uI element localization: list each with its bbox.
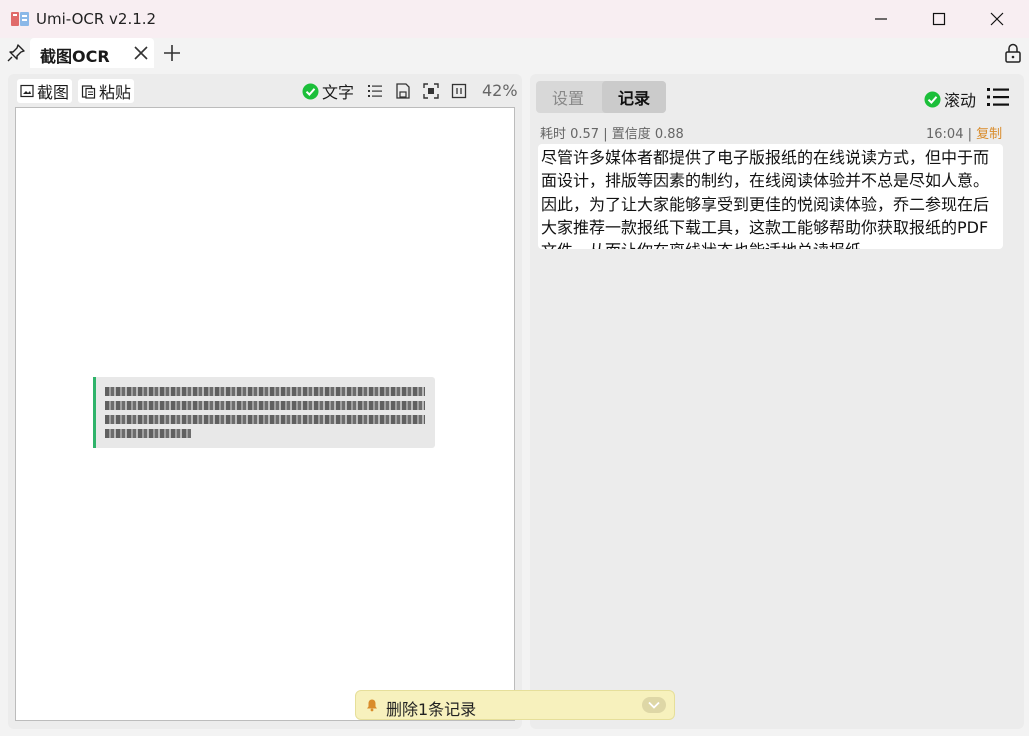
pin-icon[interactable]	[6, 43, 26, 63]
close-tab-icon[interactable]	[132, 44, 150, 62]
panel-tab-switch: 设置 记录	[536, 81, 666, 113]
paste-label: 粘贴	[99, 83, 132, 102]
notification-toast: 删除1条记录	[355, 690, 675, 720]
ocr-text-line	[105, 387, 425, 396]
maximize-icon	[932, 12, 946, 26]
lock-icon[interactable]	[1003, 42, 1023, 64]
ocr-text-line	[105, 415, 425, 424]
auto-scroll-toggle[interactable]: 滚动	[924, 87, 976, 111]
screenshot-label: 截图	[37, 83, 70, 102]
tab-bar: 截图OCR	[0, 38, 1029, 68]
ocr-text-line	[105, 401, 425, 410]
ocr-result-text[interactable]: 尽管许多媒体者都提供了电子版报纸的在线说读方式，但中于而面设计，排版等因素的制约…	[538, 144, 1003, 249]
tab-screenshot-ocr[interactable]: 截图OCR	[30, 38, 154, 68]
record-meta: 耗时 0.57 | 置信度 0.88	[540, 127, 684, 142]
paste-button[interactable]: 粘贴	[78, 79, 135, 103]
bell-icon	[367, 699, 377, 712]
tab-label: 截图OCR	[40, 47, 110, 66]
text-toggle-label: 文字	[322, 83, 355, 102]
list-icon[interactable]	[366, 82, 384, 100]
save-icon[interactable]	[394, 82, 412, 100]
record-time-row: 16:04 | 复制	[926, 123, 1002, 142]
app-logo-icon	[11, 12, 29, 26]
add-tab-icon[interactable]	[161, 42, 183, 64]
separator: |	[967, 127, 972, 142]
screenshot-button[interactable]: 截图	[17, 79, 73, 103]
image-panel: 截图 粘贴 文字 42%	[8, 74, 522, 729]
zoom-level: 42%	[482, 81, 518, 100]
actual-size-icon[interactable]	[450, 82, 468, 100]
menu-list-icon[interactable]	[986, 86, 1010, 108]
ocr-text-block[interactable]	[93, 377, 435, 448]
record-time: 16:04	[926, 127, 964, 142]
toast-message: 删除1条记录	[386, 700, 477, 719]
close-window-button[interactable]	[968, 0, 1026, 38]
image-icon	[20, 84, 34, 98]
image-preview[interactable]	[15, 107, 515, 721]
text-overlay-toggle[interactable]: 文字	[299, 79, 357, 103]
paste-icon	[81, 84, 96, 99]
chevron-down-icon	[648, 701, 660, 709]
copy-link[interactable]: 复制	[976, 127, 1002, 142]
check-circle-icon	[302, 83, 319, 99]
minimize-button[interactable]	[852, 0, 910, 38]
minimize-icon	[875, 18, 887, 20]
scroll-label: 滚动	[944, 91, 977, 110]
check-circle-icon	[924, 91, 941, 107]
ocr-text-line	[105, 429, 191, 438]
maximize-button[interactable]	[910, 0, 968, 38]
fit-screen-icon[interactable]	[422, 82, 440, 100]
collapse-toast-button[interactable]	[642, 697, 666, 713]
results-panel: 设置 记录 滚动 耗时 0.57 | 置信度 0.88 16:04 | 复制 尽…	[530, 74, 1024, 729]
tab-records[interactable]: 记录	[602, 81, 666, 113]
close-icon	[990, 12, 1004, 26]
window-title: Umi-OCR v2.1.2	[36, 10, 157, 28]
tab-settings[interactable]: 设置	[536, 81, 600, 113]
title-bar: Umi-OCR v2.1.2	[0, 0, 1029, 38]
